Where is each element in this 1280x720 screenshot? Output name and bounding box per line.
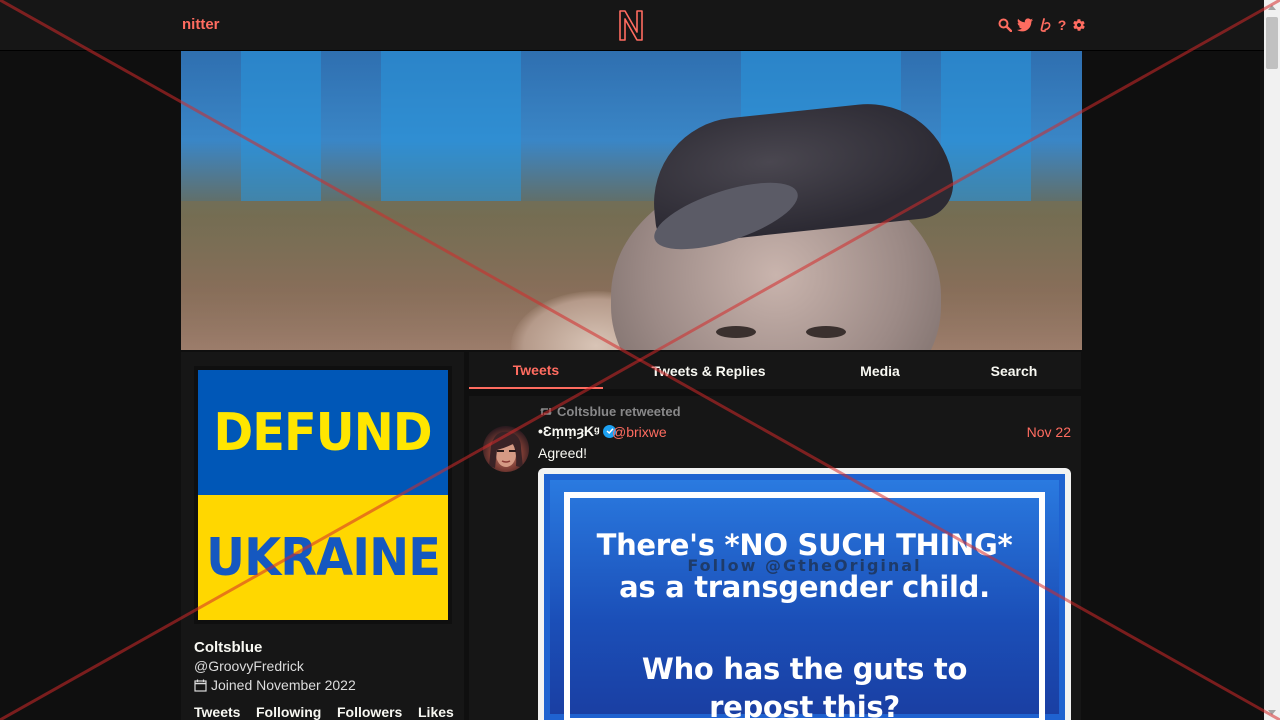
banner-shape bbox=[381, 51, 521, 201]
tweet-author-username[interactable]: @brixwe bbox=[612, 424, 667, 440]
profile-avatar[interactable]: DEFUND UKRAINE bbox=[194, 366, 452, 624]
tweet-date[interactable]: Nov 22 bbox=[1027, 424, 1071, 440]
stat-followers[interactable]: Followers bbox=[337, 704, 418, 720]
stat-likes[interactable]: Likes bbox=[418, 704, 454, 720]
image-text-line: repost this? bbox=[709, 690, 900, 720]
help-icon[interactable]: ? bbox=[1057, 17, 1067, 33]
tab-search[interactable]: Search bbox=[963, 352, 1065, 389]
scrollbar-thumb[interactable] bbox=[1266, 17, 1278, 69]
tweet-attached-image[interactable]: There's *NO SUCH THING* Follow @GtheOrig… bbox=[538, 468, 1071, 720]
twitter-bird-icon[interactable] bbox=[1017, 17, 1033, 33]
tweet-fullname-text: •ƐṃṃȝKᵍ bbox=[538, 423, 600, 439]
nitter-home-link[interactable]: nitter bbox=[182, 16, 220, 33]
tab-tweets-replies[interactable]: Tweets & Replies bbox=[639, 352, 778, 389]
scroll-down-arrow-icon[interactable] bbox=[1268, 710, 1276, 715]
joined-text: Joined November 2022 bbox=[211, 677, 356, 693]
image-background: There's *NO SUCH THING* Follow @GtheOrig… bbox=[544, 474, 1065, 720]
avatar-flag-bottom: UKRAINE bbox=[198, 495, 448, 620]
search-icon[interactable] bbox=[998, 17, 1012, 33]
profile-banner-image[interactable] bbox=[181, 51, 1082, 350]
profile-fullname[interactable]: Coltsblue bbox=[194, 639, 262, 656]
tweet-author-fullname[interactable]: •ƐṃṃȝKᵍ bbox=[538, 423, 617, 439]
timeline-tabs: Tweets Tweets & Replies Media Search bbox=[469, 352, 1081, 389]
navbar: nitter ? bbox=[0, 0, 1264, 51]
nav-icon-group: ? bbox=[998, 16, 1086, 34]
stat-tweets[interactable]: Tweets bbox=[194, 704, 256, 720]
nitter-logo-icon[interactable] bbox=[617, 8, 645, 42]
timeline: Coltsblue retweeted •ƐṃṃȝKᵍ @brixwe Nov … bbox=[469, 396, 1081, 720]
page-scrollbar[interactable] bbox=[1264, 0, 1280, 720]
avatar-flag-top: DEFUND bbox=[198, 370, 448, 495]
avatar-top-text: DEFUND bbox=[213, 402, 433, 463]
tab-tweets[interactable]: Tweets bbox=[469, 352, 603, 389]
avatar-portrait-graphic bbox=[489, 431, 523, 468]
liberapay-icon[interactable] bbox=[1038, 17, 1052, 33]
profile-stats: Tweets Following Followers Likes bbox=[194, 704, 454, 720]
stat-following[interactable]: Following bbox=[256, 704, 337, 720]
image-text-line: as a transgender child. bbox=[619, 570, 990, 604]
retweet-icon bbox=[540, 408, 552, 415]
banner-shape bbox=[716, 326, 756, 338]
tab-media[interactable]: Media bbox=[829, 352, 931, 389]
gear-icon[interactable] bbox=[1072, 17, 1086, 33]
calendar-icon bbox=[194, 679, 207, 692]
banner-shape bbox=[241, 51, 321, 201]
scroll-up-arrow-icon[interactable] bbox=[1268, 5, 1276, 10]
tweet-author-avatar[interactable] bbox=[483, 426, 529, 472]
banner-shape bbox=[941, 51, 1031, 201]
image-text-line: Who has the guts to bbox=[641, 652, 968, 686]
avatar-bottom-text: UKRAINE bbox=[206, 527, 441, 588]
retweet-header[interactable]: Coltsblue retweeted bbox=[539, 404, 681, 419]
tweet-text: Agreed! bbox=[538, 445, 588, 461]
profile-card: DEFUND UKRAINE Coltsblue @GroovyFredrick… bbox=[181, 352, 464, 720]
profile-username[interactable]: @GroovyFredrick bbox=[194, 658, 304, 674]
retweet-header-text: Coltsblue retweeted bbox=[557, 404, 681, 419]
profile-joined-date: Joined November 2022 bbox=[194, 677, 356, 693]
banner-shape bbox=[806, 326, 846, 338]
